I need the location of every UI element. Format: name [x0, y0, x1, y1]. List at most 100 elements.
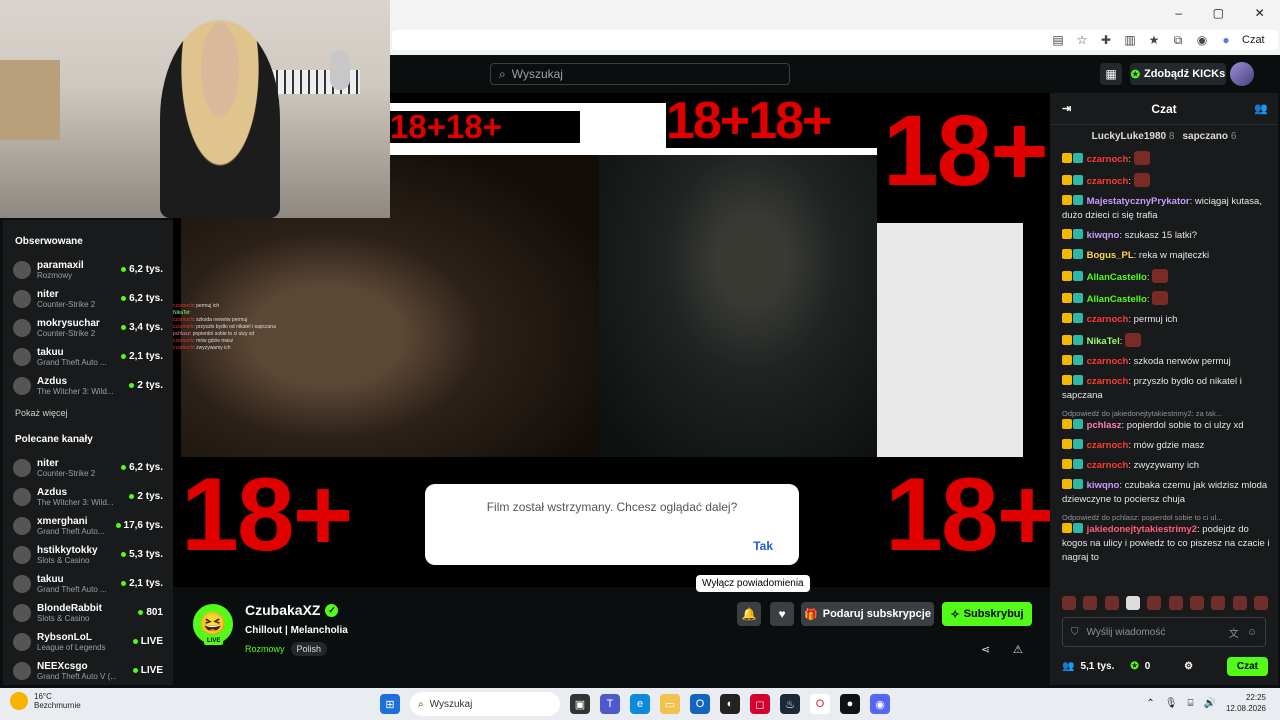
- settings-icon[interactable]: ⚙: [1184, 661, 1193, 672]
- search-placeholder: Wyszukaj: [511, 67, 563, 81]
- emote[interactable]: [1189, 596, 1204, 610]
- chat-username[interactable]: czarnoch: [1087, 314, 1129, 325]
- sidebar-channel-xmerghani[interactable]: xmerghani Grand Theft Auto... 17,6 tys.: [11, 511, 165, 540]
- user-avatar[interactable]: [1230, 62, 1254, 86]
- sidebar-channel-blonderabbit[interactable]: BlondeRabbit Slots & Casino 801: [11, 598, 165, 627]
- chat-username[interactable]: AllanCastello: [1087, 294, 1147, 305]
- maximize-button[interactable]: ▢: [1213, 6, 1224, 20]
- sidebar-channel-takuu[interactable]: takuu Grand Theft Auto ... 2,1 tys.: [11, 569, 165, 598]
- czat-button[interactable]: Czat: [1242, 34, 1265, 46]
- chat-username[interactable]: czarnoch: [1087, 356, 1129, 367]
- weather-widget[interactable]: 16°C Bezchmurnie: [10, 692, 81, 710]
- emote[interactable]: [1168, 596, 1183, 610]
- chat-username[interactable]: kiwqno: [1087, 230, 1120, 241]
- gift-label: Podaruj subskrypcje: [822, 608, 931, 620]
- layout-icon[interactable]: ▦: [1100, 63, 1122, 85]
- sidebar-channel-mokrysuchar[interactable]: mokrysuchar Counter-Strike 2 3,4 tys.: [11, 313, 165, 342]
- reader-icon[interactable]: ▤: [1050, 33, 1066, 47]
- gift-subscriptions-button[interactable]: 🎁 Podaruj subskrypcje: [801, 602, 934, 626]
- volume-icon[interactable]: 🔊: [1204, 698, 1216, 709]
- chat-username[interactable]: czarnoch: [1087, 154, 1129, 165]
- emote[interactable]: [1125, 596, 1140, 610]
- emote[interactable]: [1062, 596, 1076, 610]
- chat-username[interactable]: kiwqno: [1087, 480, 1120, 491]
- share-icon[interactable]: ⋖: [981, 643, 990, 656]
- search-input[interactable]: ⌕ Wyszukaj: [490, 63, 790, 85]
- emote[interactable]: [1211, 596, 1226, 610]
- sidebar-channel-hstikkytokky[interactable]: hstikkytokky Slots & Casino 5,3 tys.: [11, 540, 165, 569]
- chat-input[interactable]: ⛉ Wyślij wiadomość 文 ☺: [1062, 617, 1266, 647]
- channel-name[interactable]: CzubakaXZ ✓: [245, 602, 339, 618]
- chat-username[interactable]: NikaTel: [1087, 336, 1120, 347]
- app-red-icon[interactable]: ◻: [750, 694, 770, 714]
- chevron-up-icon[interactable]: ⌃: [1146, 698, 1154, 709]
- chat-users-icon[interactable]: 👥: [1254, 102, 1268, 115]
- close-window-button[interactable]: ✕: [1255, 6, 1265, 20]
- sidebar-channel-azdus[interactable]: Azdus The Witcher 3: Wild... 2 tys.: [11, 371, 165, 400]
- category-link[interactable]: Rozmowy: [245, 644, 285, 654]
- collapse-chat-icon[interactable]: ⇥: [1062, 102, 1071, 115]
- chat-message: Odpowiedź do pchlasz: popierdol sobie to…: [1062, 513, 1270, 563]
- sidebar-channel-azdus[interactable]: Azdus The Witcher 3: Wild... 2 tys.: [11, 482, 165, 511]
- emoji-icon[interactable]: ☺: [1247, 627, 1257, 638]
- taskbar-search[interactable]: ⌕ Wyszukaj: [410, 692, 560, 716]
- emote[interactable]: [1232, 596, 1247, 610]
- sidebar-channel-takuu[interactable]: takuu Grand Theft Auto ... 2,1 tys.: [11, 342, 165, 371]
- sidebar-channel-rybsonlol[interactable]: RybsonLoL League of Legends LIVE: [11, 627, 165, 656]
- obs-icon[interactable]: ◐: [720, 694, 740, 714]
- sidebar-channel-neexcsgo[interactable]: NEEXcsgo Grand Theft Auto V (... LIVE: [11, 656, 165, 685]
- profile-icon[interactable]: ◉: [1194, 33, 1210, 47]
- outlook-icon[interactable]: O: [690, 694, 710, 714]
- steam-icon[interactable]: ♨: [780, 694, 800, 714]
- teams-icon[interactable]: T: [600, 694, 620, 714]
- favorites-icon[interactable]: ★: [1146, 33, 1162, 47]
- send-chat-button[interactable]: Czat: [1226, 656, 1268, 676]
- chat-message: czarnoch:: [1062, 151, 1270, 167]
- collections-icon[interactable]: ⧉: [1170, 33, 1186, 48]
- get-kicks-button[interactable]: ✪ Zdobądź KICKs: [1130, 63, 1226, 85]
- subscribe-button[interactable]: ✧ Subskrybuj: [942, 602, 1032, 626]
- chat-username[interactable]: czarnoch: [1087, 376, 1129, 387]
- mic-icon[interactable]: 🎙: [1165, 698, 1178, 709]
- chat-username[interactable]: Bogus_PL: [1087, 250, 1134, 261]
- network-icon[interactable]: ⌸: [1188, 698, 1194, 709]
- follow-button[interactable]: ♥: [770, 602, 794, 626]
- emote[interactable]: [1147, 596, 1162, 610]
- leaderboard-entry[interactable]: LuckyLuke1980 8: [1092, 131, 1175, 142]
- translate-icon[interactable]: 文: [1229, 625, 1239, 640]
- chat-username[interactable]: jakiedonejtytakiestrimy2: [1087, 524, 1197, 535]
- chat-username[interactable]: AllanCastello: [1087, 272, 1147, 283]
- sidebar-channel-niter[interactable]: niter Counter-Strike 2 6,2 tys.: [11, 284, 165, 313]
- chat-username[interactable]: czarnoch: [1087, 460, 1129, 471]
- split-icon[interactable]: ▥: [1122, 33, 1138, 47]
- emote[interactable]: [1253, 596, 1268, 610]
- opera-icon[interactable]: O: [810, 694, 830, 714]
- edge-icon[interactable]: e: [630, 694, 650, 714]
- leaderboard-entry[interactable]: sapczano 6: [1182, 131, 1236, 142]
- chat-username[interactable]: czarnoch: [1087, 440, 1129, 451]
- windows-start-icon[interactable]: ⊞: [380, 694, 400, 714]
- chat-username[interactable]: MajestatycznyPrykator: [1087, 196, 1190, 207]
- minimize-button[interactable]: –: [1175, 6, 1182, 20]
- sidebar-channel-niter[interactable]: niter Counter-Strike 2 6,2 tys.: [11, 453, 165, 482]
- copilot-icon[interactable]: ●: [1218, 33, 1234, 47]
- sidebar-channel-paramaxil[interactable]: paramaxil Rozmowy 6,2 tys.: [11, 255, 165, 284]
- favorite-icon[interactable]: ☆: [1074, 33, 1090, 47]
- task-view-icon[interactable]: ▣: [570, 694, 590, 714]
- show-more-link[interactable]: Pokaż więcej: [15, 408, 161, 418]
- emote[interactable]: [1083, 596, 1098, 610]
- reply-context[interactable]: Odpowiedź do jakiedonejtytakiestrimy2: z…: [1062, 409, 1270, 419]
- language-tag[interactable]: Polish: [290, 642, 328, 656]
- chat-username[interactable]: czarnoch: [1087, 176, 1129, 187]
- clock[interactable]: 22:25 12.08.2026: [1226, 692, 1266, 714]
- extensions-icon[interactable]: ✚: [1098, 33, 1114, 47]
- reply-context[interactable]: Odpowiedź do pchlasz: popierdol sobie to…: [1062, 513, 1270, 523]
- file-explorer-icon[interactable]: ▭: [660, 694, 680, 714]
- discord-icon[interactable]: ◉: [870, 694, 890, 714]
- continue-button[interactable]: Tak: [753, 539, 773, 553]
- emote[interactable]: [1104, 596, 1119, 610]
- report-icon[interactable]: ⚠: [1013, 643, 1023, 656]
- notifications-button[interactable]: 🔔: [737, 602, 761, 626]
- app-dark-icon[interactable]: ●: [840, 694, 860, 714]
- chat-username[interactable]: pchlasz: [1087, 420, 1122, 431]
